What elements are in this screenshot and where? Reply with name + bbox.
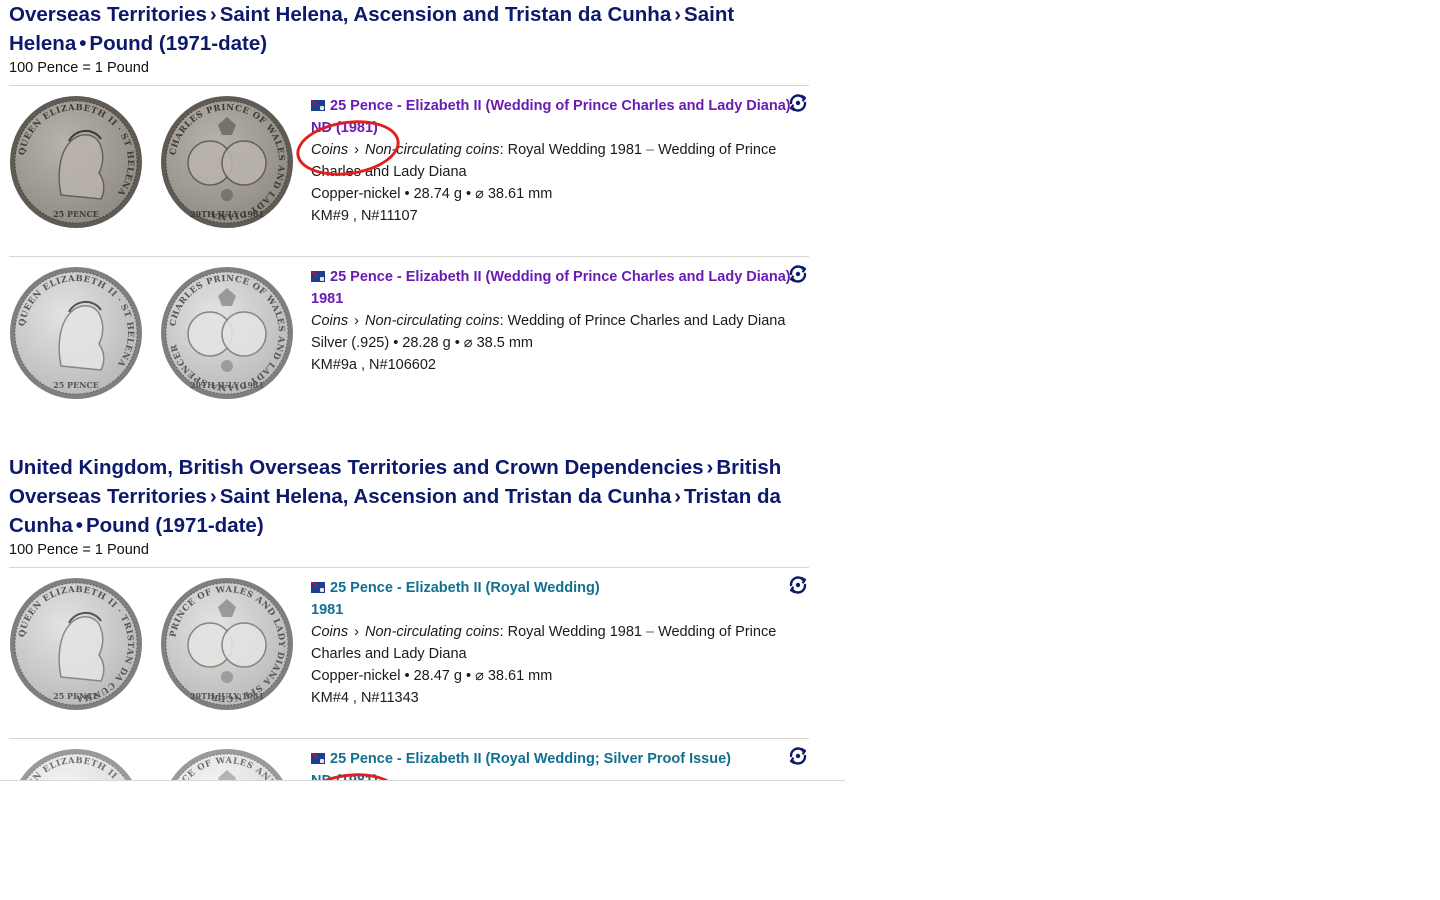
coin-date-link[interactable]: ND (1981) <box>311 770 791 780</box>
coin-result-row: QUEEN ELIZABETH II · ST HELENA 25 PENCE … <box>9 85 809 256</box>
coin-title-text: 25 Pence - Elizabeth II (Wedding of Prin… <box>330 98 791 114</box>
coin-date-link[interactable]: 1981 <box>311 288 791 310</box>
coin-result-row: QUEEN ELIZABETH II · ST HELENA 25 PENCE … <box>9 256 809 427</box>
coin-info: 25 Pence - Elizabeth II (Wedding of Prin… <box>311 94 791 227</box>
results-viewport: Overseas Territories › Saint Helena, Ascen… <box>0 0 845 781</box>
coin-series: Royal Wedding 1981 <box>507 142 642 158</box>
flag-icon <box>311 753 325 764</box>
coin-category: Coins › Non-circulating coins: Royal Wed… <box>311 621 791 665</box>
svg-text:25 PENCE: 25 PENCE <box>53 209 99 219</box>
compare-icon[interactable] <box>787 263 809 285</box>
coin-category: Coins › Non-circulating coins: Wedding o… <box>311 310 791 332</box>
breadcrumb-link[interactable]: United Kingdom, British Overseas Territo… <box>9 456 704 479</box>
series-dash: – <box>645 142 655 158</box>
category-colon: : <box>499 313 508 329</box>
coin-date-link[interactable]: ND (1981) <box>311 117 791 139</box>
compare-icon[interactable] <box>787 92 809 114</box>
coin-title-link[interactable]: 25 Pence - Elizabeth II (Wedding of Prin… <box>311 266 791 288</box>
coin-subject: Wedding of Prince Charles and Lady Diana <box>507 313 786 329</box>
category-root: Coins <box>311 624 349 640</box>
series-dash: – <box>645 624 655 640</box>
coin-reverse-image[interactable]: PRINCE OF WALES AND LADY DIANA SPENCER 2… <box>160 577 294 711</box>
breadcrumb-separator: › <box>209 485 217 508</box>
breadcrumb-link[interactable]: Saint Helena, Ascension and Tristan da C… <box>220 3 671 26</box>
breadcrumb-link[interactable]: Overseas Territories <box>9 3 207 26</box>
coin-reverse-image[interactable]: PRINCE OF WALES AND LADY DIANA SPENCER <box>160 748 294 780</box>
coin-title-text: 25 Pence - Elizabeth II (Royal Wedding) <box>330 580 600 596</box>
coin-title-link[interactable]: 25 Pence - Elizabeth II (Royal Wedding) <box>311 577 791 599</box>
coin-catalog-refs: KM#4 , N#11343 <box>311 690 419 706</box>
coin-title-text: 25 Pence - Elizabeth II (Wedding of Prin… <box>330 269 791 285</box>
category-separator: › <box>350 313 363 329</box>
coin-category: Coins › Non-circulating coins: Royal Wed… <box>311 139 791 183</box>
coin-title-text: 25 Pence - Elizabeth II (Royal Wedding; … <box>330 751 731 767</box>
category-type: Non-circulating coins <box>364 624 500 640</box>
svg-text:25 PENCE: 25 PENCE <box>53 380 99 390</box>
svg-text:29TH JULY 1981: 29TH JULY 1981 <box>190 691 264 701</box>
breadcrumb-separator: › <box>209 3 217 26</box>
coin-catalog-refs: KM#9 , N#11107 <box>311 208 418 224</box>
category-colon: : <box>499 142 508 158</box>
category-root: Coins <box>311 313 349 329</box>
flag-icon <box>311 582 325 593</box>
coin-reverse-image[interactable]: CHARLES PRINCE OF WALES AND LADY DIANA 2… <box>160 95 294 229</box>
coin-reverse-image[interactable]: CHARLES PRINCE OF WALES AND LADY DIANA S… <box>160 266 294 400</box>
coin-title-link[interactable]: 25 Pence - Elizabeth II (Royal Wedding; … <box>311 748 791 770</box>
bullet-separator: • <box>79 32 87 55</box>
coin-obverse-image[interactable]: QUEEN ELIZABETH II · TRISTAN DA CUNHA <box>9 748 143 780</box>
category-separator: › <box>350 142 363 158</box>
currency-subdivision: 100 Pence = 1 Pound <box>9 542 149 558</box>
coin-series: Royal Wedding 1981 <box>507 624 642 640</box>
coin-result-row: QUEEN ELIZABETH II · TRISTAN DA CUNHA PR… <box>9 738 809 780</box>
currency-link[interactable]: Pound (1971-date) <box>89 32 267 55</box>
breadcrumb-link[interactable]: Saint Helena, Ascension and Tristan da C… <box>220 485 671 508</box>
flag-icon <box>311 271 325 282</box>
coin-info: 25 Pence - Elizabeth II (Wedding of Prin… <box>311 265 791 376</box>
category-type: Non-circulating coins <box>364 142 500 158</box>
coin-specs: Silver (.925) • 28.28 g • ⌀ 38.5 mm <box>311 335 533 351</box>
category-type: Non-circulating coins <box>364 313 500 329</box>
coin-specs: Copper-nickel • 28.74 g • ⌀ 38.61 mm <box>311 186 553 202</box>
category-separator: › <box>350 624 363 640</box>
results-content: Overseas Territories › Saint Helena, Ascen… <box>9 0 809 780</box>
coin-info: 25 Pence - Elizabeth II (Royal Wedding) 1… <box>311 576 791 709</box>
svg-text:29TH JULY 1981: 29TH JULY 1981 <box>190 380 264 390</box>
breadcrumb-separator: › <box>674 3 682 26</box>
category-colon: : <box>499 624 508 640</box>
compare-icon[interactable] <box>787 574 809 596</box>
coin-obverse-image[interactable]: QUEEN ELIZABETH II · TRISTAN DA CUNHA 25… <box>9 577 143 711</box>
breadcrumb-separator: › <box>706 456 714 479</box>
flag-icon <box>311 100 325 111</box>
currency-link[interactable]: Pound (1971-date) <box>86 514 264 537</box>
coin-specs: Copper-nickel • 28.47 g • ⌀ 38.61 mm <box>311 668 553 684</box>
coin-info: 25 Pence - Elizabeth II (Royal Wedding; … <box>311 747 791 780</box>
section-header: Overseas Territories › Saint Helena, Ascen… <box>9 0 809 58</box>
breadcrumb-separator: › <box>674 485 682 508</box>
svg-text:25 PENCE: 25 PENCE <box>53 691 99 701</box>
compare-icon[interactable] <box>787 745 809 767</box>
svg-text:29TH JULY 1981: 29TH JULY 1981 <box>190 209 264 219</box>
coin-result-row: QUEEN ELIZABETH II · TRISTAN DA CUNHA 25… <box>9 567 809 738</box>
coin-obverse-image[interactable]: QUEEN ELIZABETH II · ST HELENA 25 PENCE <box>9 95 143 229</box>
coin-obverse-image[interactable]: QUEEN ELIZABETH II · ST HELENA 25 PENCE <box>9 266 143 400</box>
coin-title-link[interactable]: 25 Pence - Elizabeth II (Wedding of Prin… <box>311 95 791 117</box>
currency-subdivision: 100 Pence = 1 Pound <box>9 60 149 76</box>
coin-date-link[interactable]: 1981 <box>311 599 791 621</box>
section-header: United Kingdom, British Overseas Territo… <box>9 453 809 540</box>
bullet-separator: • <box>75 514 83 537</box>
category-root: Coins <box>311 142 349 158</box>
coin-catalog-refs: KM#9a , N#106602 <box>311 357 436 373</box>
